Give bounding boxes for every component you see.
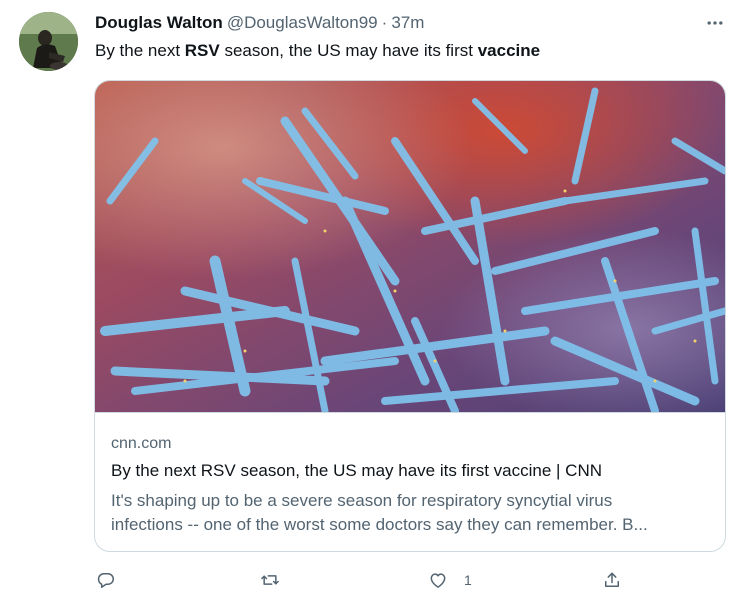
reply-icon <box>97 573 114 588</box>
separator: · <box>381 13 388 32</box>
link-card[interactable]: cnn.com By the next RSV season, the US m… <box>94 80 726 552</box>
more-options-button[interactable] <box>700 12 730 34</box>
tweet-text-part: By the next <box>95 41 185 60</box>
avatar-image <box>19 12 78 71</box>
retweet-icon <box>261 575 279 585</box>
virus-micrograph-image <box>95 81 725 412</box>
display-name[interactable]: Douglas Walton <box>95 13 223 33</box>
timestamp[interactable]: 37m <box>391 13 424 33</box>
like-count: 1 <box>464 572 472 588</box>
share-button[interactable] <box>602 566 622 594</box>
tweet-text-bold: vaccine <box>477 41 541 60</box>
like-button[interactable]: 1 <box>428 566 472 594</box>
more-icon <box>707 21 723 25</box>
avatar[interactable] <box>19 12 78 71</box>
card-description-line: It's shaping up to be a severe season fo… <box>111 491 613 510</box>
card-description: It's shaping up to be a severe season fo… <box>111 489 711 537</box>
card-title[interactable]: By the next RSV season, the US may have … <box>111 461 602 481</box>
tweet[interactable]: Douglas Walton @DouglasWalton99 · 37m By… <box>0 0 742 608</box>
user-handle[interactable]: @DouglasWalton99 <box>227 13 378 33</box>
card-domain: cnn.com <box>111 435 172 452</box>
tweet-text-part: season, the US may have its first <box>219 41 478 60</box>
card-divider <box>95 412 725 413</box>
retweet-button[interactable] <box>260 566 280 594</box>
reply-button[interactable] <box>96 566 116 594</box>
share-icon <box>605 572 619 587</box>
tweet-actions: 1 <box>94 566 634 594</box>
tweet-text: By the next RSV season, the US may have … <box>95 40 540 62</box>
heart-icon <box>430 573 446 588</box>
card-description-line: infections -- one of the worst some doct… <box>111 515 648 534</box>
tweet-text-bold: RSV <box>184 41 220 60</box>
tweet-header: Douglas Walton @DouglasWalton99 · 37m <box>95 12 424 34</box>
card-image[interactable] <box>95 81 725 412</box>
